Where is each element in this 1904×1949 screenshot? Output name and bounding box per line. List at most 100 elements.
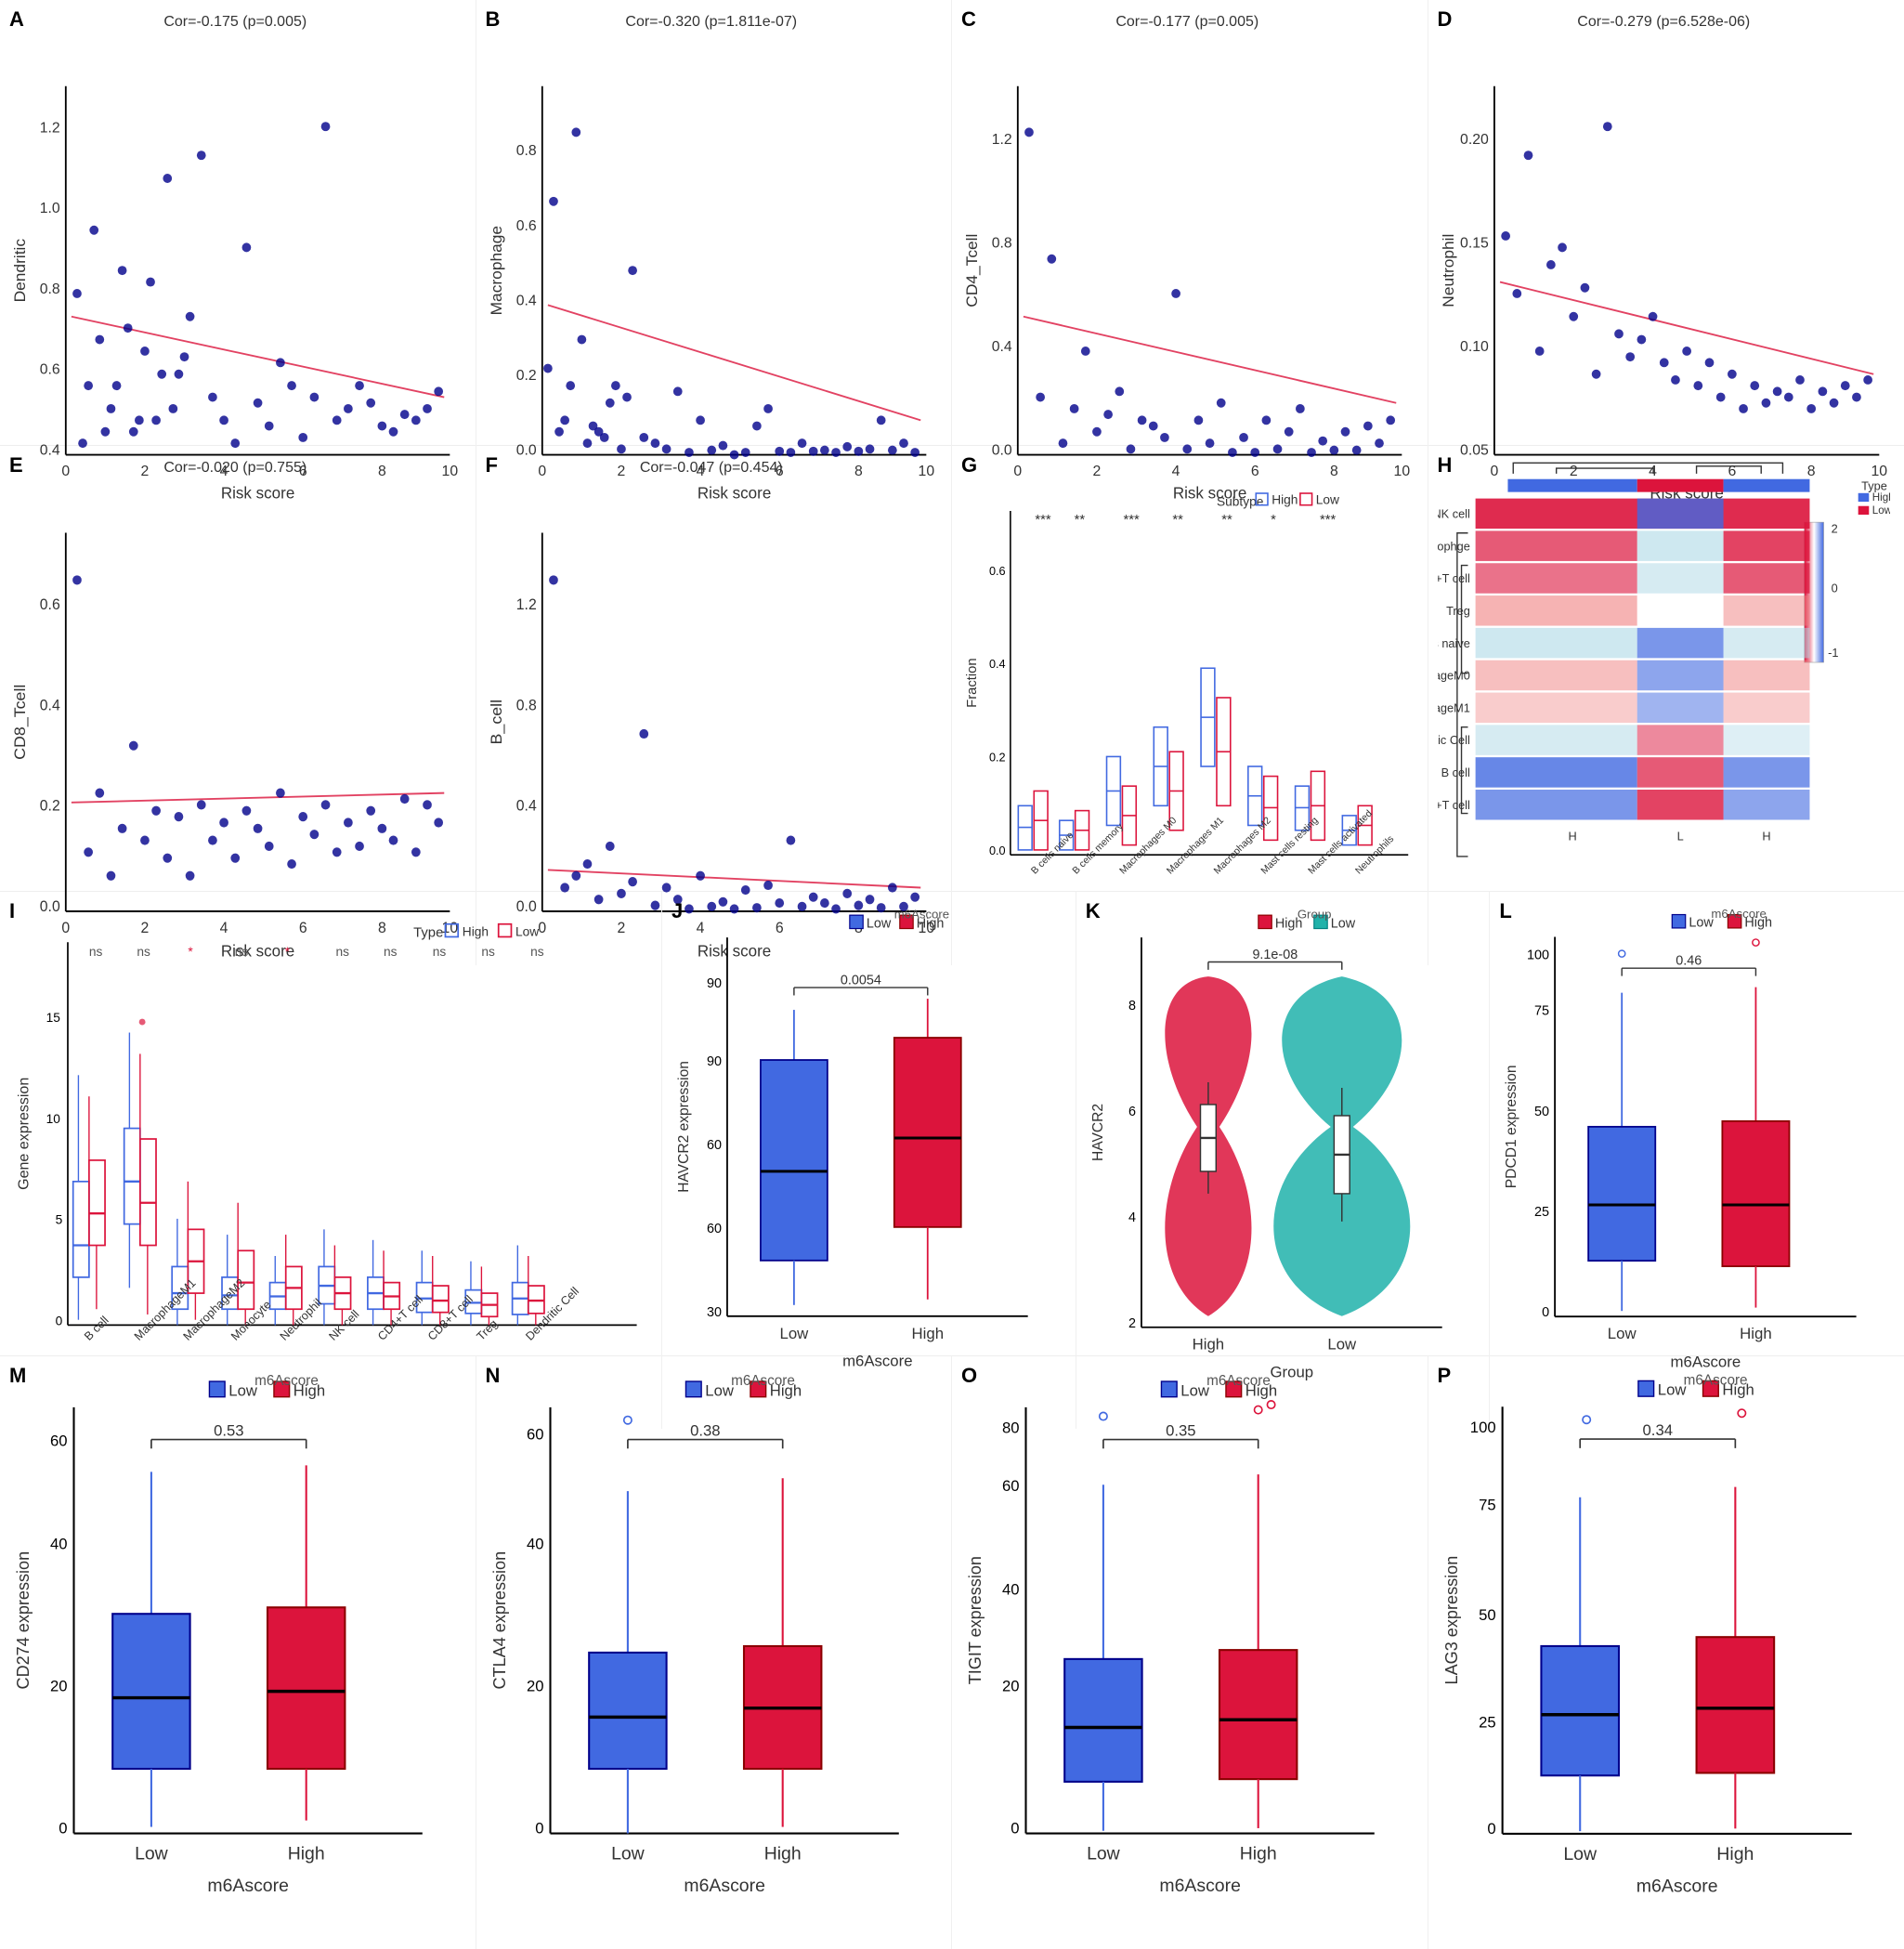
svg-text:m6Ascore: m6Ascore: [731, 1373, 795, 1389]
label-B: B: [486, 7, 501, 32]
row2: E Cor=-0.020 (p=0.755) 0.0 0.2 0.4 0.6 0…: [0, 446, 1904, 892]
boxplot-O: Low High m6Ascore 0 20 40 60 80 TIGIT ex…: [961, 1366, 1414, 1940]
panel-I: I Type High Low 0 5 10 15 Gene expressio…: [0, 892, 662, 1429]
label-H: H: [1438, 453, 1453, 477]
svg-text:*: *: [1271, 513, 1276, 528]
svg-text:MacrophageM1: MacrophageM1: [1438, 700, 1470, 714]
panel-B: B Cor=-0.320 (p=1.811e-07) 0.0 0.2 0.4 0…: [476, 0, 953, 507]
svg-text:0.15: 0.15: [1460, 235, 1489, 251]
svg-text:B cells naive: B cells naive: [1438, 636, 1470, 650]
svg-text:CTLA4 expression: CTLA4 expression: [489, 1551, 508, 1690]
svg-text:m6Ascore: m6Ascore: [894, 908, 949, 922]
svg-text:0.4: 0.4: [989, 658, 1006, 671]
svg-text:90: 90: [707, 1054, 722, 1069]
svg-text:0.46: 0.46: [1676, 954, 1702, 969]
svg-text:ns: ns: [433, 945, 447, 959]
svg-text:0.34: 0.34: [1642, 1421, 1673, 1439]
panel-A: A Cor=-0.175 (p=0.005) 0.4 0.6 0.8 1.0 1…: [0, 0, 476, 507]
svg-text:High: High: [1740, 1325, 1772, 1342]
boxplot-I: Type High Low 0 5 10 15 Gene expression …: [9, 901, 647, 1419]
panel-H: H 2 0: [1428, 446, 1904, 965]
svg-text:4: 4: [1128, 1210, 1136, 1225]
svg-text:***: ***: [1320, 513, 1337, 528]
svg-text:B cells naive: B cells naive: [1029, 830, 1076, 877]
svg-text:0.35: 0.35: [1166, 1421, 1195, 1439]
title-F: Cor=-0.047 (p=0.454): [486, 460, 938, 477]
svg-text:-1: -1: [1828, 646, 1838, 660]
svg-text:Low: Low: [1563, 1844, 1598, 1864]
svg-text:0: 0: [1487, 1820, 1495, 1838]
svg-text:B_cell: B_cell: [487, 700, 506, 745]
svg-text:0: 0: [535, 1820, 543, 1838]
svg-text:0.6: 0.6: [989, 565, 1006, 578]
svg-text:20: 20: [50, 1678, 68, 1695]
title-B: Cor=-0.320 (p=1.811e-07): [486, 14, 938, 31]
svg-text:Subtype: Subtype: [1217, 495, 1264, 509]
svg-text:CD4_Tcell: CD4_Tcell: [962, 234, 981, 307]
svg-text:40: 40: [50, 1536, 68, 1553]
svg-text:1.2: 1.2: [40, 120, 60, 136]
svg-text:0.20: 0.20: [1460, 132, 1489, 148]
label-A: A: [9, 7, 24, 32]
svg-text:**: **: [1221, 513, 1232, 528]
svg-text:m6Ascore: m6Ascore: [1206, 1373, 1271, 1389]
svg-text:Low: Low: [515, 924, 539, 938]
title-D: Cor=-0.279 (p=6.528e-06): [1438, 14, 1891, 31]
svg-text:40: 40: [1002, 1580, 1020, 1598]
svg-text:**: **: [1172, 513, 1183, 528]
svg-text:Low: Low: [1871, 504, 1890, 517]
svg-text:ns: ns: [89, 945, 103, 959]
label-E: E: [9, 453, 23, 477]
svg-text:ns: ns: [384, 945, 398, 959]
svg-text:TIGIT expression: TIGIT expression: [966, 1556, 985, 1684]
label-D: D: [1438, 7, 1453, 32]
boxplot-L: Low High m6Ascore 0 25 50 75 100 PDCD1 e…: [1499, 901, 1890, 1419]
svg-text:0.4: 0.4: [515, 293, 536, 308]
title-E: Cor=-0.020 (p=0.755): [9, 460, 462, 477]
svg-text:0.4: 0.4: [40, 697, 60, 713]
svg-text:0.38: 0.38: [690, 1421, 720, 1439]
svg-text:40: 40: [527, 1536, 544, 1553]
svg-text:CD8_Tcell: CD8_Tcell: [10, 685, 30, 760]
scatter-B: 0.0 0.2 0.4 0.6 0.8 0 2 4 6 8 10 Macroph…: [486, 63, 938, 501]
svg-text:ns: ns: [481, 945, 495, 959]
svg-text:0: 0: [56, 1314, 63, 1328]
panel-D: D Cor=-0.279 (p=6.528e-06) 0.05 0.10 0.1…: [1428, 0, 1904, 507]
svg-text:60: 60: [527, 1426, 544, 1444]
row3: I Type High Low 0 5 10 15 Gene expressio…: [0, 892, 1904, 1356]
svg-text:Treg: Treg: [1446, 604, 1470, 618]
svg-text:20: 20: [527, 1678, 544, 1695]
label-K: K: [1086, 899, 1101, 923]
svg-text:Low: Low: [1330, 916, 1355, 931]
svg-text:0.6: 0.6: [40, 362, 60, 378]
label-J: J: [672, 899, 683, 923]
label-P: P: [1438, 1364, 1452, 1388]
svg-text:High: High: [1240, 1843, 1277, 1864]
svg-text:25: 25: [1534, 1205, 1549, 1220]
svg-text:ns: ns: [235, 945, 249, 959]
svg-text:60: 60: [707, 1138, 722, 1153]
svg-text:Low: Low: [1608, 1325, 1637, 1342]
svg-text:0.8: 0.8: [515, 143, 536, 159]
heatmap-H: 2 0 -1 Type High Low NK cell: [1438, 455, 1891, 956]
svg-text:H: H: [1568, 830, 1576, 844]
svg-text:Type: Type: [413, 925, 443, 940]
svg-text:High: High: [1871, 491, 1890, 504]
svg-text:1.2: 1.2: [992, 132, 1012, 148]
svg-text:8: 8: [1128, 999, 1136, 1014]
svg-text:*: *: [188, 945, 193, 959]
svg-text:50: 50: [1479, 1606, 1496, 1624]
svg-text:2: 2: [1831, 522, 1837, 536]
svg-text:1.2: 1.2: [515, 596, 536, 613]
svg-text:Macrophge: Macrophge: [1438, 539, 1470, 553]
title-A: Cor=-0.175 (p=0.005): [9, 14, 462, 31]
svg-text:***: ***: [1035, 513, 1051, 528]
scatter-A: 0.4 0.6 0.8 1.0 1.2 0 2 4 6 8 10 Dendrit…: [9, 63, 462, 501]
panel-K: K High Low Group 2 4 6 8 HAVCR2: [1076, 892, 1491, 1429]
svg-text:15: 15: [46, 1011, 61, 1025]
svg-text:Gene expression: Gene expression: [16, 1078, 33, 1190]
svg-text:*: *: [285, 945, 291, 959]
svg-text:ns: ns: [530, 945, 544, 959]
svg-text:B cell: B cell: [82, 1314, 111, 1343]
svg-text:1.0: 1.0: [40, 201, 60, 216]
